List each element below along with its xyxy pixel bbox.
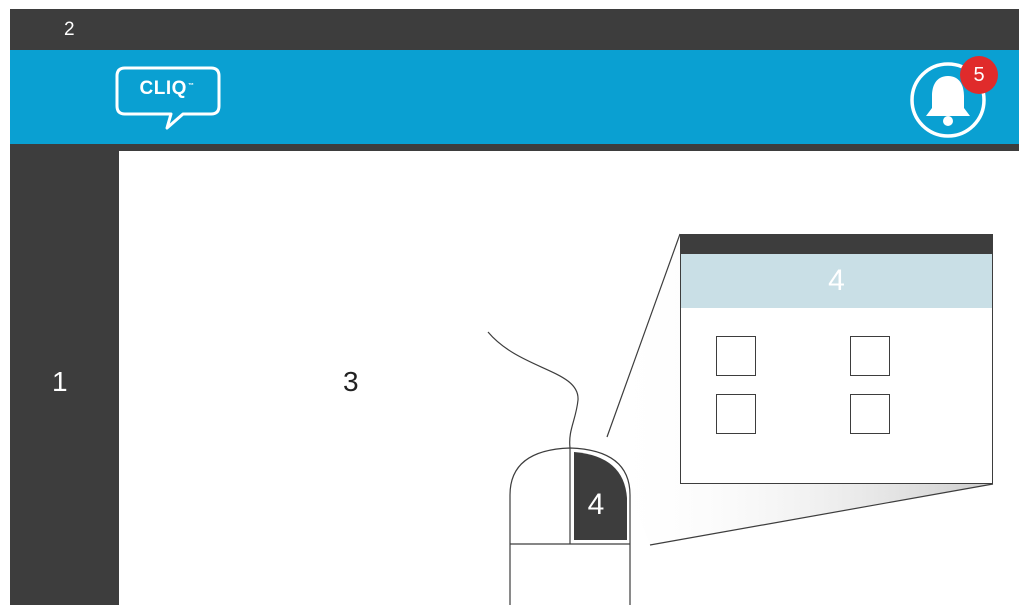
sidebar-callout-label: 1 [52,366,68,397]
popup-option-box[interactable] [850,336,890,376]
header-divider [10,144,1019,151]
top-bar: 2 [10,9,1019,50]
popup-header-callout-label: 4 [828,264,845,297]
logo-wordmark: CLIQ™ [139,78,195,99]
notification-count-badge: 5 [960,56,998,94]
mouse-body [509,447,631,605]
popup-title-bar [681,235,992,254]
popup-option-box[interactable] [716,336,756,376]
context-menu-popup: 4 [680,234,993,484]
main-area-callout-label: 3 [343,366,359,397]
mouse-button-callout-label: 4 [587,488,605,521]
top-bar-callout-label: 2 [64,19,75,40]
popup-option-box[interactable] [850,394,890,434]
mouse-cable [487,331,579,449]
popup-option-box[interactable] [716,394,756,434]
popup-header: 4 [681,254,992,308]
zoom-line-top [606,233,681,438]
zoom-line-bottom [649,483,994,546]
